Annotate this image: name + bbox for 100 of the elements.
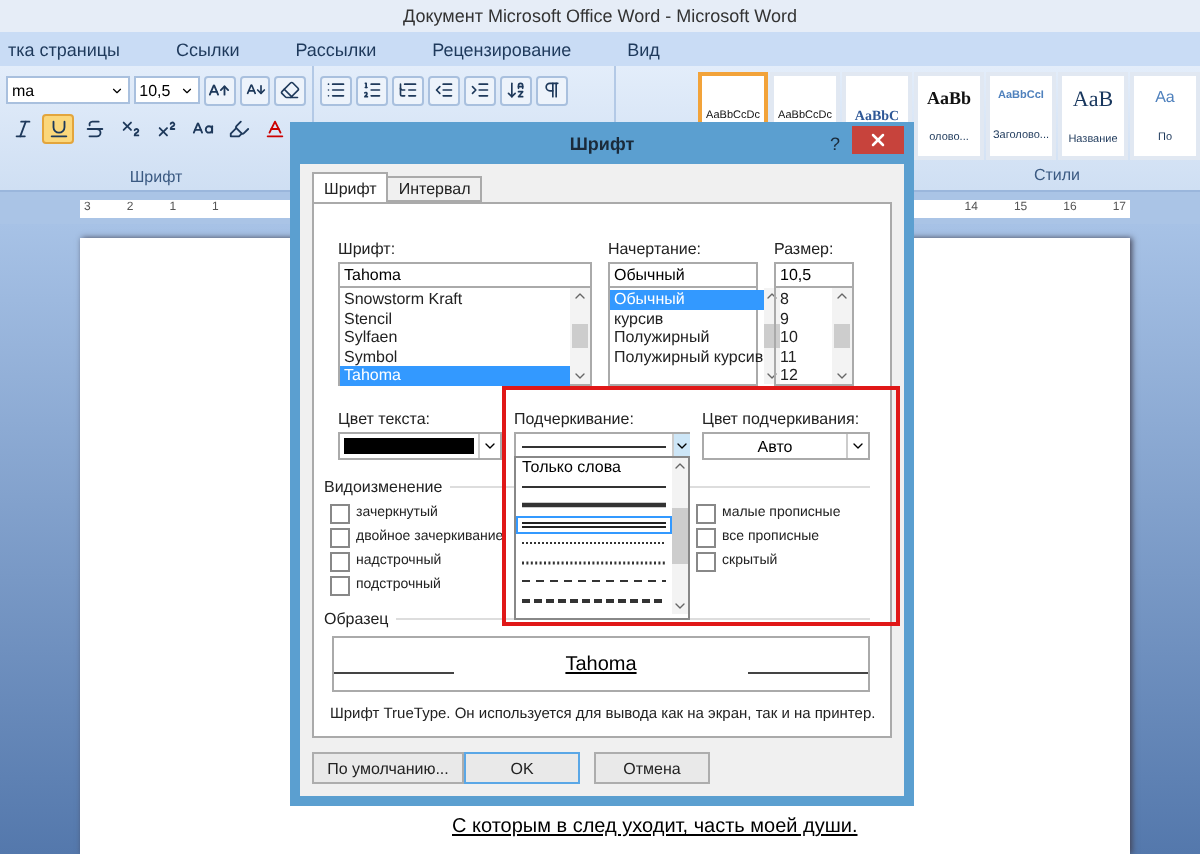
scroll-up-icon[interactable]: [834, 288, 850, 304]
multilevel-list-icon[interactable]: [392, 75, 424, 105]
scroll-down-icon[interactable]: [672, 598, 689, 614]
list-item[interactable]: 11: [776, 347, 832, 366]
sort-icon[interactable]: [500, 75, 532, 105]
field-label: Цвет текста:: [338, 410, 433, 432]
checkbox[interactable]: [696, 503, 716, 523]
grow-font-button[interactable]: [204, 75, 236, 105]
scroll-down-icon[interactable]: [834, 368, 850, 384]
dropdown-list[interactable]: Только слова: [514, 456, 691, 620]
list-item[interactable]: 9: [776, 309, 832, 328]
font-color-icon: [263, 117, 285, 139]
checkbox[interactable]: [330, 575, 350, 595]
ribbon-tab[interactable]: Ссылки: [168, 39, 248, 59]
scroll-up-icon[interactable]: [763, 288, 780, 304]
ribbon-tab[interactable]: Вид: [619, 39, 668, 59]
color-dropdown[interactable]: [338, 432, 503, 460]
ribbon-tab[interactable]: Рассылки: [287, 39, 385, 59]
dropdown-option[interactable]: [516, 515, 673, 534]
font-name-field[interactable]: ma: [6, 76, 130, 104]
case-icon: [191, 117, 213, 139]
close-icon: [868, 130, 888, 150]
toolbar-glyph-icon: [506, 80, 526, 100]
scrollbar[interactable]: [570, 288, 590, 384]
underline-icon: [47, 117, 69, 139]
list-item[interactable]: Stencil: [340, 309, 570, 328]
list-item[interactable]: 8: [776, 290, 832, 309]
underline-button[interactable]: [42, 113, 74, 143]
dialog-tab[interactable]: Интервал: [386, 176, 483, 202]
list-box[interactable]: 8 9 10 11 12: [774, 288, 854, 386]
scrollbar-thumb[interactable]: [572, 324, 588, 348]
caret-icon[interactable]: [850, 438, 866, 454]
checkbox[interactable]: [696, 527, 716, 547]
scroll-down-icon[interactable]: [572, 368, 588, 384]
outdent-icon[interactable]: [428, 75, 460, 105]
scrollbar[interactable]: [832, 288, 852, 384]
dialog-tab[interactable]: Шрифт: [312, 172, 389, 202]
eraser-button[interactable]: [274, 75, 307, 105]
scroll-up-icon[interactable]: [672, 458, 689, 474]
list-item[interactable]: курсив: [610, 309, 764, 328]
list-item[interactable]: Полужирный: [610, 328, 764, 347]
field-label: Начертание:: [608, 240, 704, 262]
caret-icon[interactable]: [674, 438, 691, 454]
scroll-up-icon[interactable]: [572, 288, 588, 304]
indent-icon[interactable]: [464, 75, 496, 105]
list-item[interactable]: Sylfaen: [340, 328, 570, 347]
input-field[interactable]: 10,5: [774, 262, 854, 288]
list-item[interactable]: 12: [776, 366, 832, 385]
document-text: С которым в след уходит, часть моей души.: [452, 816, 858, 838]
toolbar-glyph-icon: [362, 80, 382, 100]
list-item[interactable]: Snowstorm Kraft: [340, 290, 570, 309]
dropdown-option[interactable]: Только слова: [516, 458, 673, 477]
list-item[interactable]: 10: [776, 328, 832, 347]
group-label: Стили: [1033, 166, 1080, 184]
checkbox[interactable]: [330, 503, 350, 523]
eraser-icon: [280, 80, 301, 100]
group-label: Шрифт: [129, 168, 183, 186]
preview-text: Tahoma: [563, 653, 639, 675]
field-label: Размер:: [774, 240, 836, 262]
dialog-title: Шрифт: [569, 133, 635, 153]
underline-color-dropdown[interactable]: Авто: [702, 432, 870, 460]
strike-icon: [83, 117, 105, 139]
numbered-list-icon[interactable]: [356, 75, 388, 105]
field-label: Цвет подчеркивания:: [702, 410, 862, 432]
field-label: Подчеркивание:: [514, 410, 636, 432]
field-label: Шрифт:: [338, 240, 398, 262]
highlight-icon: [227, 117, 249, 139]
close-button[interactable]: [852, 126, 904, 154]
bullet-list-icon[interactable]: [320, 75, 352, 105]
checkbox[interactable]: [330, 527, 350, 547]
ribbon-tab[interactable]: Рецензирование: [424, 39, 580, 59]
scrollbar-thumb[interactable]: [834, 324, 850, 348]
pilcrow-icon[interactable]: [536, 75, 568, 105]
ribbon-tab[interactable]: тка страницы: [0, 39, 129, 59]
toolbar-glyph-icon: [542, 80, 562, 100]
default-button[interactable]: По умолчанию...: [312, 752, 464, 784]
scrollbar-thumb[interactable]: [672, 508, 689, 564]
input-field[interactable]: Обычный: [608, 262, 758, 288]
checkbox[interactable]: [696, 551, 716, 571]
subscript-icon: [119, 117, 141, 139]
scrollbar[interactable]: [672, 458, 689, 614]
caret-icon[interactable]: [180, 83, 194, 97]
italic-icon: [11, 117, 33, 139]
list-item[interactable]: Полужирный курсив: [610, 347, 764, 366]
caret-icon[interactable]: [482, 438, 499, 454]
caret-icon[interactable]: [109, 83, 124, 97]
shrink-font-button[interactable]: [239, 75, 271, 105]
grow-font-icon: [208, 79, 231, 101]
checkbox[interactable]: [330, 551, 350, 571]
font-size-field[interactable]: 10,5: [133, 76, 200, 104]
list-box[interactable]: Snowstorm Kraft Stencil Sylfaen Symbol Tahoma: [338, 288, 592, 386]
toolbar-glyph-icon: [434, 80, 454, 100]
ok-button[interactable]: OK: [464, 752, 580, 784]
list-item[interactable]: Symbol: [340, 347, 570, 366]
section-label: Образец: [324, 610, 389, 628]
help-button[interactable]: ?: [829, 133, 840, 153]
scroll-down-icon[interactable]: [763, 368, 780, 384]
input-field[interactable]: Tahoma: [338, 262, 592, 288]
section-label: Видоизменение: [324, 478, 443, 496]
cancel-button[interactable]: Отмена: [594, 752, 710, 784]
